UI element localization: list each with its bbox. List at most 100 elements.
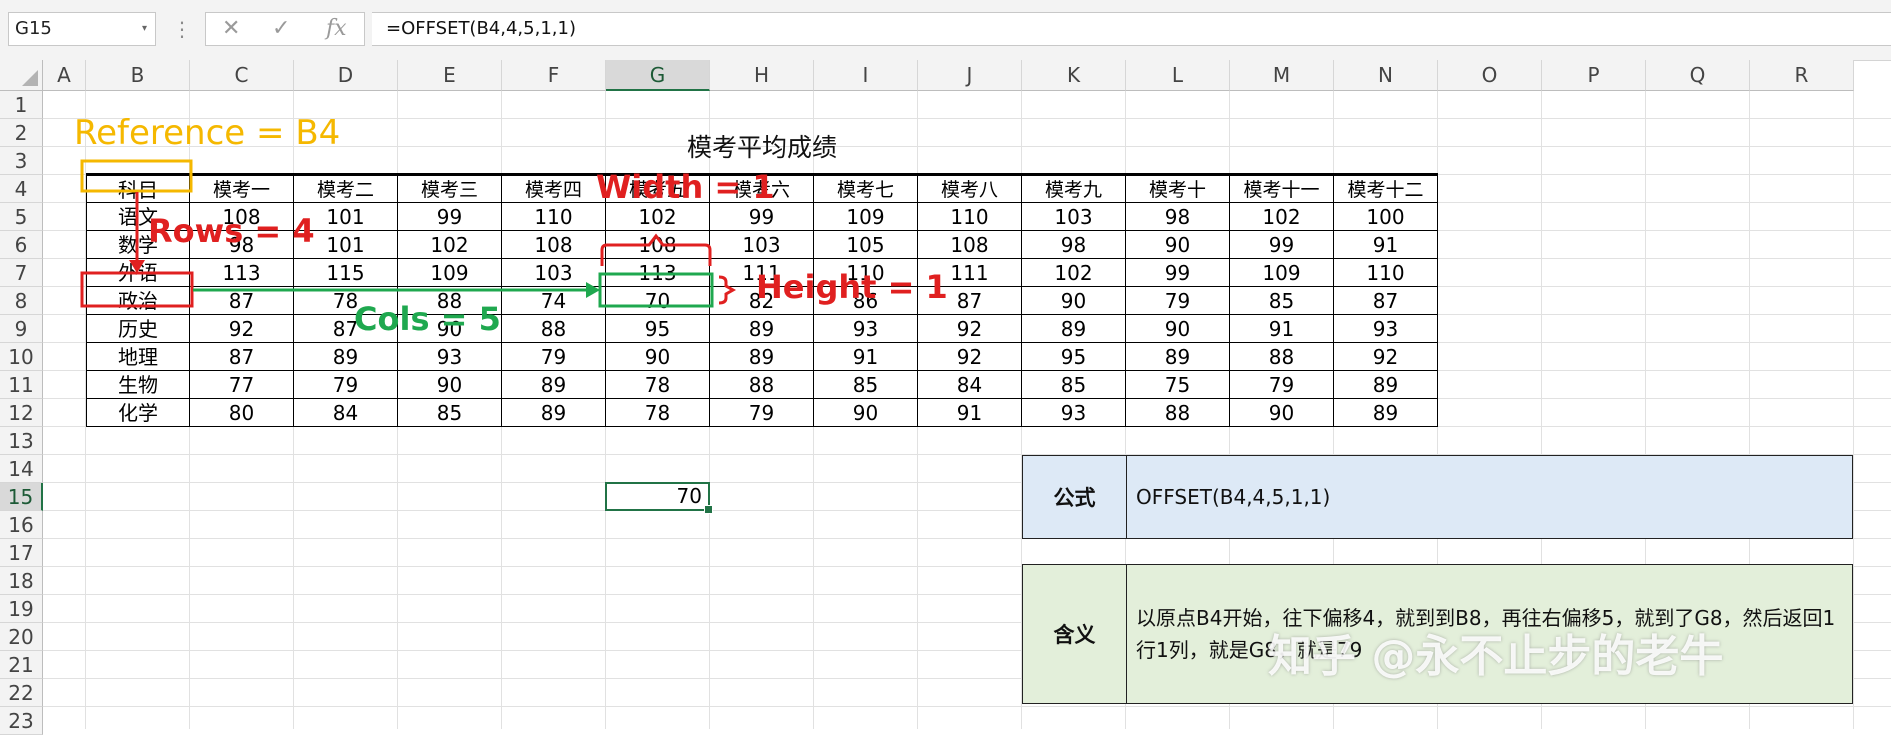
score-cell[interactable]: 91 xyxy=(814,343,918,371)
row-header-4[interactable]: 4 xyxy=(0,175,43,203)
score-cell[interactable]: 85 xyxy=(1022,371,1126,399)
subject-cell[interactable]: 历史 xyxy=(86,315,190,343)
score-cell[interactable]: 89 xyxy=(710,343,814,371)
select-all-corner[interactable] xyxy=(0,60,43,91)
score-cell[interactable]: 79 xyxy=(502,343,606,371)
score-cell[interactable]: 109 xyxy=(814,203,918,231)
column-header-M[interactable]: M xyxy=(1230,60,1334,91)
score-cell[interactable]: 91 xyxy=(918,399,1022,427)
score-cell[interactable]: 87 xyxy=(190,287,294,315)
row-header-6[interactable]: 6 xyxy=(0,231,43,259)
score-cell[interactable]: 79 xyxy=(710,399,814,427)
name-box[interactable]: G15 ▾ xyxy=(8,12,156,46)
row-header-1[interactable]: 1 xyxy=(0,91,43,119)
score-cell[interactable]: 103 xyxy=(1022,203,1126,231)
score-cell[interactable]: 89 xyxy=(1022,315,1126,343)
column-header-O[interactable]: O xyxy=(1438,60,1542,91)
score-cell[interactable]: 89 xyxy=(710,315,814,343)
formula-input[interactable]: =OFFSET(B4,4,5,1,1) xyxy=(372,12,1891,46)
column-header-L[interactable]: L xyxy=(1126,60,1230,91)
score-cell[interactable]: 84 xyxy=(918,371,1022,399)
column-header-B[interactable]: B xyxy=(86,60,190,91)
table-header-cell[interactable]: 科目 xyxy=(86,175,190,203)
score-cell[interactable]: 89 xyxy=(1334,399,1438,427)
table-header-cell[interactable]: 模考十一 xyxy=(1230,175,1334,203)
row-header-18[interactable]: 18 xyxy=(0,567,43,595)
score-cell[interactable]: 90 xyxy=(398,371,502,399)
row-header-14[interactable]: 14 xyxy=(0,455,43,483)
score-cell[interactable]: 90 xyxy=(1022,287,1126,315)
score-cell[interactable]: 90 xyxy=(1126,315,1230,343)
score-cell[interactable]: 84 xyxy=(294,399,398,427)
column-header-F[interactable]: F xyxy=(502,60,606,91)
column-header-H[interactable]: H xyxy=(710,60,814,91)
row-header-20[interactable]: 20 xyxy=(0,623,43,651)
score-cell[interactable]: 85 xyxy=(398,399,502,427)
column-header-Q[interactable]: Q xyxy=(1646,60,1750,91)
score-cell[interactable]: 89 xyxy=(502,399,606,427)
score-cell[interactable]: 100 xyxy=(1334,203,1438,231)
subject-cell[interactable]: 生物 xyxy=(86,371,190,399)
score-cell[interactable]: 91 xyxy=(1334,231,1438,259)
score-cell[interactable]: 113 xyxy=(606,259,710,287)
subject-cell[interactable]: 化学 xyxy=(86,399,190,427)
score-cell[interactable]: 108 xyxy=(606,231,710,259)
table-header-cell[interactable]: 模考一 xyxy=(190,175,294,203)
column-header-I[interactable]: I xyxy=(814,60,918,91)
table-header-cell[interactable]: 模考十二 xyxy=(1334,175,1438,203)
score-cell[interactable]: 92 xyxy=(190,315,294,343)
score-cell[interactable]: 79 xyxy=(1230,371,1334,399)
score-cell[interactable]: 93 xyxy=(1334,315,1438,343)
row-header-19[interactable]: 19 xyxy=(0,595,43,623)
row-header-23[interactable]: 23 xyxy=(0,707,43,735)
score-cell[interactable]: 110 xyxy=(1334,259,1438,287)
score-cell[interactable]: 110 xyxy=(918,203,1022,231)
score-cell[interactable]: 78 xyxy=(606,399,710,427)
score-cell[interactable]: 102 xyxy=(1022,259,1126,287)
column-header-K[interactable]: K xyxy=(1022,60,1126,91)
score-cell[interactable]: 79 xyxy=(1126,287,1230,315)
score-cell[interactable]: 74 xyxy=(502,287,606,315)
row-header-2[interactable]: 2 xyxy=(0,119,43,147)
subject-cell[interactable]: 地理 xyxy=(86,343,190,371)
column-header-R[interactable]: R xyxy=(1750,60,1854,91)
score-cell[interactable]: 99 xyxy=(398,203,502,231)
score-cell[interactable]: 75 xyxy=(1126,371,1230,399)
table-header-cell[interactable]: 模考三 xyxy=(398,175,502,203)
row-header-13[interactable]: 13 xyxy=(0,427,43,455)
table-header-cell[interactable]: 模考四 xyxy=(502,175,606,203)
score-cell[interactable]: 115 xyxy=(294,259,398,287)
score-cell[interactable]: 110 xyxy=(502,203,606,231)
score-cell[interactable]: 87 xyxy=(190,343,294,371)
score-cell[interactable]: 102 xyxy=(1230,203,1334,231)
fill-handle[interactable] xyxy=(704,505,713,514)
row-header-12[interactable]: 12 xyxy=(0,399,43,427)
score-cell[interactable]: 93 xyxy=(1022,399,1126,427)
score-cell[interactable]: 77 xyxy=(190,371,294,399)
column-header-G[interactable]: G xyxy=(606,60,710,91)
table-header-cell[interactable]: 模考九 xyxy=(1022,175,1126,203)
score-cell[interactable]: 109 xyxy=(1230,259,1334,287)
column-header-J[interactable]: J xyxy=(918,60,1022,91)
row-header-5[interactable]: 5 xyxy=(0,203,43,231)
score-cell[interactable]: 102 xyxy=(606,203,710,231)
score-cell[interactable]: 90 xyxy=(1230,399,1334,427)
column-header-N[interactable]: N xyxy=(1334,60,1438,91)
chevron-down-icon[interactable]: ▾ xyxy=(142,13,147,45)
score-cell[interactable]: 89 xyxy=(1126,343,1230,371)
row-header-21[interactable]: 21 xyxy=(0,651,43,679)
score-cell[interactable]: 113 xyxy=(190,259,294,287)
function-icon[interactable]: fx xyxy=(326,13,347,45)
score-cell[interactable]: 95 xyxy=(1022,343,1126,371)
score-cell[interactable]: 89 xyxy=(294,343,398,371)
row-header-3[interactable]: 3 xyxy=(0,147,43,175)
column-header-C[interactable]: C xyxy=(190,60,294,91)
enter-icon[interactable]: ✓ xyxy=(272,13,290,45)
score-cell[interactable]: 98 xyxy=(1022,231,1126,259)
score-cell[interactable]: 88 xyxy=(710,371,814,399)
column-header-P[interactable]: P xyxy=(1542,60,1646,91)
score-cell[interactable]: 109 xyxy=(398,259,502,287)
row-header-10[interactable]: 10 xyxy=(0,343,43,371)
score-cell[interactable]: 78 xyxy=(606,371,710,399)
score-cell[interactable]: 99 xyxy=(710,203,814,231)
